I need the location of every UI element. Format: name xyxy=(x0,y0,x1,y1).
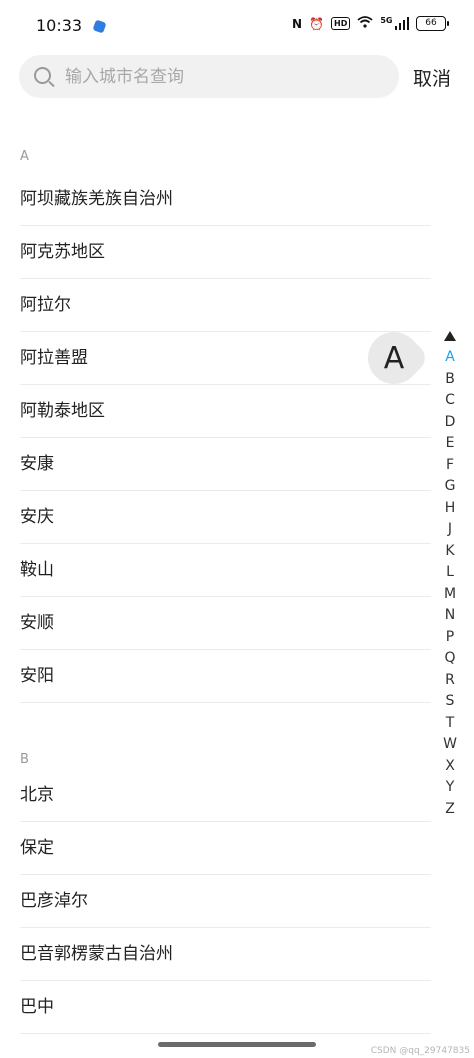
nfc-icon: N xyxy=(292,16,303,31)
index-letter-s[interactable]: S xyxy=(438,693,462,709)
index-letter-n[interactable]: N xyxy=(438,607,462,623)
city-item[interactable]: 安顺 xyxy=(20,597,431,650)
index-letter-q[interactable]: Q xyxy=(438,650,462,666)
wifi-icon xyxy=(357,16,373,31)
index-letter-c[interactable]: C xyxy=(438,392,462,408)
city-item[interactable]: 巴彦淖尔 xyxy=(20,875,431,928)
city-item[interactable]: 安康 xyxy=(20,438,431,491)
city-item[interactable]: 保定 xyxy=(20,822,431,875)
city-item[interactable]: 阿勒泰地区 xyxy=(20,385,431,438)
scroll-to-top-arrow-icon[interactable] xyxy=(444,331,456,341)
battery-level: 66 xyxy=(425,18,437,28)
index-letter-z[interactable]: Z xyxy=(438,801,462,817)
cancel-button[interactable]: 取消 xyxy=(413,64,451,91)
index-letter-f[interactable]: F xyxy=(438,457,462,473)
index-letter-p[interactable]: P xyxy=(438,629,462,645)
city-item[interactable]: 阿坝藏族羌族自治州 xyxy=(20,173,431,226)
index-letter-l[interactable]: L xyxy=(438,564,462,580)
section-header-b: B xyxy=(20,752,29,767)
city-item[interactable]: 安阳 xyxy=(20,650,431,703)
city-item[interactable]: 安庆 xyxy=(20,491,431,544)
city-item[interactable]: 鞍山 xyxy=(20,544,431,597)
system-icons: N ⏰ HD 5G 66 xyxy=(292,16,449,31)
index-letter-h[interactable]: H xyxy=(438,500,462,516)
app-notification-icon xyxy=(92,19,107,34)
index-letter-k[interactable]: K xyxy=(438,543,462,559)
bubble-letter: A xyxy=(383,341,405,376)
index-letter-a[interactable]: A xyxy=(438,349,462,365)
network-type-label: 5G xyxy=(380,16,393,25)
index-letter-b[interactable]: B xyxy=(438,371,462,387)
index-letter-r[interactable]: R xyxy=(438,672,462,688)
cellular-signal-icon: 5G xyxy=(380,17,409,30)
index-letter-t[interactable]: T xyxy=(438,715,462,731)
alarm-icon: ⏰ xyxy=(309,16,325,31)
index-letter-m[interactable]: M xyxy=(438,586,462,602)
status-time: 10:33 xyxy=(36,16,83,35)
section-header-a: A xyxy=(20,149,29,164)
index-letter-j[interactable]: J xyxy=(438,521,462,537)
city-item[interactable]: 巴音郭楞蒙古自治州 xyxy=(20,928,431,981)
search-box[interactable] xyxy=(19,55,399,98)
hd-icon: HD xyxy=(331,17,351,30)
index-letter-d[interactable]: D xyxy=(438,414,462,430)
home-indicator[interactable] xyxy=(158,1042,316,1047)
search-input[interactable] xyxy=(65,55,385,98)
signal-bars xyxy=(394,17,409,30)
city-item[interactable]: 阿克苏地区 xyxy=(20,226,431,279)
battery-icon: 66 xyxy=(416,16,449,31)
city-item[interactable]: 巴中 xyxy=(20,981,431,1034)
city-item[interactable]: 北京 xyxy=(20,769,431,822)
city-item[interactable]: 阿拉尔 xyxy=(20,279,431,332)
watermark: CSDN @qq_29747835 xyxy=(370,1046,470,1056)
status-bar: 10:33 N ⏰ HD 5G 66 xyxy=(0,0,474,52)
search-icon xyxy=(34,67,51,84)
index-letter-x[interactable]: X xyxy=(438,758,462,774)
index-letter-w[interactable]: W xyxy=(438,736,462,752)
index-letter-bubble: A xyxy=(357,321,431,395)
index-letter-e[interactable]: E xyxy=(438,435,462,451)
index-letter-y[interactable]: Y xyxy=(438,779,462,795)
index-letter-g[interactable]: G xyxy=(438,478,462,494)
